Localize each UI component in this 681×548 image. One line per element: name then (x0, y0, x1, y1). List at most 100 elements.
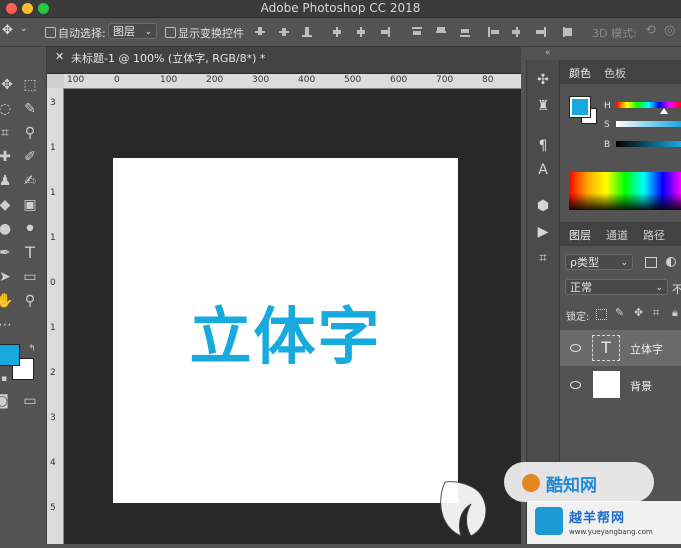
healing-brush-tool-icon[interactable]: ✚ (0, 147, 15, 167)
tab-layers[interactable]: 图层 (569, 227, 591, 243)
gradient-tool-icon[interactable]: ▣ (20, 195, 40, 215)
filter-adjustment-icon[interactable] (666, 257, 676, 267)
quick-mask-icon[interactable]: ◙ (0, 391, 12, 411)
auto-align-icon[interactable] (563, 27, 573, 37)
zoom-tool-icon[interactable]: ⚲ (20, 291, 40, 311)
tab-color[interactable]: 颜色 (569, 65, 591, 81)
lock-image-icon[interactable]: ✎ (615, 306, 624, 319)
ruler-v-label: 2 (50, 368, 56, 378)
ruler-h-label: 600 (390, 75, 408, 85)
brightness-slider-row: B (568, 138, 681, 152)
dropdown-chevron-icon: ⌄ (655, 283, 663, 293)
layer-filter-dropdown[interactable]: ρ类型 ⌄ (565, 254, 633, 270)
align-right-icon[interactable] (380, 27, 390, 37)
tab-channels[interactable]: 通道 (606, 227, 628, 243)
saturation-slider[interactable] (616, 121, 681, 127)
marquee-tool-icon[interactable]: ⬚ (20, 75, 40, 95)
document-tab-close-icon[interactable]: ✕ (55, 50, 64, 63)
brightness-slider[interactable] (616, 141, 681, 147)
hue-slider-handle-icon[interactable] (660, 108, 668, 114)
blend-mode-dropdown[interactable]: 正常 ⌄ (565, 279, 668, 295)
show-transform-checkbox[interactable] (165, 27, 176, 38)
auto-select-value: 图层 (113, 25, 135, 38)
horizontal-ruler[interactable]: 100 0 100 200 300 400 500 600 700 80 (64, 74, 521, 89)
blur-tool-icon[interactable]: ● (0, 219, 15, 239)
more-tools-icon[interactable]: ⋯ (0, 315, 15, 335)
path-select-tool-icon[interactable]: ➤ (0, 267, 15, 287)
screen-mode-icon[interactable]: ▭ (20, 391, 40, 411)
tool-preset-chevron-icon[interactable]: ⌄ (20, 24, 28, 34)
distribute-hcenter-icon[interactable] (512, 27, 522, 37)
ruler-h-label: 200 (206, 75, 224, 85)
eyedropper-tool-icon[interactable]: ⚲ (20, 123, 40, 143)
blend-mode-value: 正常 (570, 281, 592, 294)
move-tool-icon[interactable]: ✥ (2, 23, 13, 38)
character-icon[interactable]: A (533, 160, 553, 180)
vertical-ruler[interactable]: 3 1 1 1 0 1 2 3 4 5 (47, 88, 64, 544)
pen-tool-icon[interactable]: ✒ (0, 243, 15, 263)
swap-colors-icon[interactable]: ↰ (22, 339, 42, 359)
tools-panel: ✥ ⬚ ◌ ✎ ⌗ ⚲ ✚ ✐ ♟ ✍ ◆ ▣ ● ⚫ ✒ T ➤ ▭ ✋ ⚲ … (0, 47, 47, 544)
puzzle-icon[interactable]: ✣ (533, 70, 553, 90)
align-bottom-icon[interactable] (302, 27, 312, 37)
hue-slider-row: H (568, 100, 681, 114)
lock-position-icon[interactable]: ✥ (634, 306, 643, 319)
align-left-icon[interactable] (332, 27, 342, 37)
document-tab[interactable]: 未标题-1 @ 100% (立体字, RGB/8*) * (71, 50, 265, 66)
watermark-logo (427, 470, 497, 544)
layer-name[interactable]: 背景 (630, 378, 652, 394)
color-spectrum[interactable] (569, 172, 681, 210)
default-colors-icon[interactable]: ▪ (0, 369, 14, 389)
eraser-tool-icon[interactable]: ◆ (0, 195, 15, 215)
auto-select-checkbox[interactable] (45, 27, 56, 38)
hue-slider[interactable] (616, 102, 681, 108)
align-hcenter-icon[interactable] (356, 27, 366, 37)
clone-stamp-tool-icon[interactable]: ♟ (0, 171, 15, 191)
distribute-vcenter-icon[interactable] (436, 27, 446, 37)
lasso-tool-icon[interactable]: ◌ (0, 99, 15, 119)
tab-paths[interactable]: 路径 (643, 227, 665, 243)
lock-transparency-icon[interactable] (596, 309, 607, 320)
3d-orbit-icon[interactable]: ◎ (664, 23, 675, 38)
auto-select-dropdown[interactable]: 图层 ⌄ (108, 23, 157, 39)
crop-tool-icon[interactable]: ⌗ (0, 123, 15, 143)
3d-rotate-icon[interactable]: ⟲ (645, 23, 656, 38)
visibility-eye-icon[interactable] (570, 381, 581, 389)
dodge-tool-icon[interactable]: ⚫ (20, 219, 40, 239)
brush-tool-icon[interactable]: ✐ (20, 147, 40, 167)
distribute-bottom-icon[interactable] (460, 27, 470, 37)
quick-select-tool-icon[interactable]: ✎ (20, 99, 40, 119)
collapse-panels-icon[interactable]: « (545, 48, 551, 58)
paragraph-icon[interactable]: ¶ (533, 136, 553, 156)
show-transform-label: 显示变换控件 (178, 27, 244, 40)
layers-panel-tabs: 图层 通道 路径 (560, 222, 681, 246)
canvas-text-layer[interactable]: 立体字 (113, 286, 458, 376)
visibility-eye-icon[interactable] (570, 344, 581, 352)
rectangle-tool-icon[interactable]: ▭ (20, 267, 40, 287)
document-canvas[interactable]: 立体字 (113, 158, 458, 503)
hand-tool-icon[interactable]: ✋ (0, 291, 15, 311)
distribute-left-icon[interactable] (488, 27, 499, 37)
distribute-top-icon[interactable] (412, 27, 422, 37)
align-top-icon[interactable] (255, 27, 265, 37)
type-tool-icon[interactable]: T (20, 243, 40, 263)
layer-row-background[interactable]: 背景 (560, 367, 681, 403)
layer-name[interactable]: 立体字 (630, 341, 663, 357)
history-brush-tool-icon[interactable]: ✍ (20, 171, 40, 191)
3d-cube-icon[interactable]: ⬢ (533, 196, 553, 216)
play-icon[interactable]: ▶ (533, 222, 553, 242)
stamp-icon[interactable]: ♜ (533, 96, 553, 116)
distribute-right-icon[interactable] (536, 27, 546, 37)
text-layer-glyph-icon: T (601, 338, 611, 357)
move-tool-icon[interactable]: ✥ (0, 75, 17, 95)
filter-pixel-icon[interactable] (645, 257, 657, 268)
lock-all-icon[interactable]: 🔒︎ (672, 306, 678, 320)
align-vcenter-icon[interactable] (279, 27, 289, 37)
crop-icon[interactable]: ⌗ (533, 248, 553, 268)
ruler-origin[interactable] (47, 74, 64, 88)
layer-row-text[interactable]: T 立体字 (560, 330, 681, 366)
document-tab-bar: ✕ 未标题-1 @ 100% (立体字, RGB/8*) * (47, 47, 521, 74)
tab-swatches[interactable]: 色板 (604, 65, 626, 81)
foreground-color-swatch[interactable] (0, 344, 20, 366)
lock-artboard-icon[interactable]: ⌗ (653, 306, 659, 320)
